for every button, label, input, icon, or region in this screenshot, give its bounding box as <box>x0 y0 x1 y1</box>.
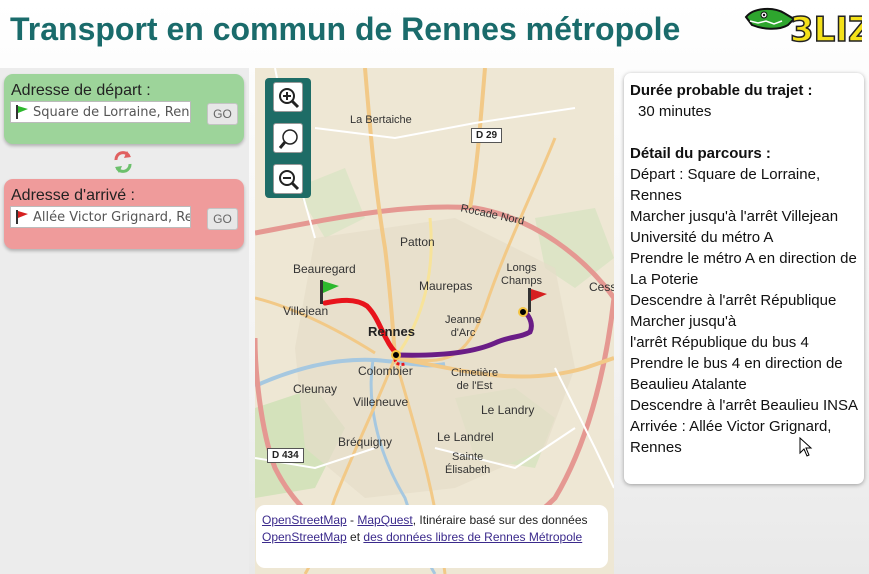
end-go-button[interactable]: GO <box>207 208 238 230</box>
end-address-box: Adresse d'arrivé : GO <box>4 179 244 249</box>
map-view[interactable]: La Bertaiche Patton Beauregard Longs Cha… <box>255 68 614 574</box>
attribution-text-1: , Itinéraire basé sur des données <box>412 513 588 527</box>
route-step: Prendre le bus 4 en direction de Beaulie… <box>630 355 843 393</box>
mapquest-link[interactable]: MapQuest <box>357 513 412 527</box>
attribution-text-2: et <box>346 530 364 544</box>
map-label-cleunay: Cleunay <box>293 382 338 396</box>
start-address-box: Adresse de départ : GO <box>4 74 244 144</box>
end-address-field-wrap[interactable] <box>10 206 191 228</box>
header: Transport en commun de Rennes métropole … <box>0 0 869 64</box>
map-label-villeneuve: Villeneuve <box>353 395 409 409</box>
search-panel: Adresse de départ : GO Adresse d'arrivé … <box>0 68 249 574</box>
red-flag-icon <box>16 210 28 224</box>
start-address-field-wrap[interactable] <box>10 101 191 123</box>
map-label-colombier: Colombier <box>358 364 413 378</box>
map-label-le-landry: Le Landry <box>481 403 535 417</box>
map-label-cesson: Cess <box>589 280 614 294</box>
map-label-sainte-elisabeth: Sainte Élisabeth <box>445 451 491 476</box>
swap-addresses-icon[interactable] <box>113 150 133 174</box>
zoom-in-button[interactable] <box>273 82 303 112</box>
duration-value: 30 minutes <box>638 103 712 120</box>
map-label-longs-champs: Longs Champs <box>501 262 542 287</box>
osm-data-link[interactable]: OpenStreetMap <box>262 530 347 544</box>
mouse-cursor-icon <box>799 437 813 457</box>
3liz-logo[interactable]: 3LIZ <box>744 3 869 51</box>
start-go-button[interactable]: GO <box>207 103 238 125</box>
map-label-brequigny: Bréquigny <box>338 435 393 449</box>
zoom-world-button[interactable] <box>273 123 303 153</box>
route-step: Marcher jusqu'à l'arrêt Villejean Univer… <box>630 208 839 246</box>
zoom-controls <box>265 78 311 198</box>
rennes-open-data-link[interactable]: des données libres de Rennes Métropole <box>363 530 582 544</box>
zoom-out-button[interactable] <box>273 164 303 194</box>
zoom-in-icon <box>279 88 300 109</box>
route-result-panel: Durée probable du trajet : 30 minutes Dé… <box>624 73 864 484</box>
end-address-input[interactable] <box>33 207 190 227</box>
road-shield-d29: D 29 <box>471 128 503 143</box>
map-label-beauregard: Beauregard <box>293 262 356 276</box>
map-label-la-bertaiche: La Bertaiche <box>350 114 412 126</box>
route-details-heading: Détail du parcours : <box>630 145 771 162</box>
end-address-label: Adresse d'arrivé : <box>11 187 135 204</box>
map-label-maurepas: Maurepas <box>419 279 473 293</box>
start-address-label: Adresse de départ : <box>11 82 151 99</box>
route-step: Marcher jusqu'à <box>630 313 737 330</box>
map-label-jeanne-darc: Jeanne d'Arc <box>445 314 482 339</box>
map-label-villejean: Villejean <box>283 304 329 318</box>
magnifier-icon <box>278 129 298 149</box>
map-label-patton: Patton <box>400 235 435 249</box>
osm-link[interactable]: OpenStreetMap <box>262 513 347 527</box>
route-step: Arrivée : Allée Victor Grignard, Rennes <box>630 418 832 456</box>
route-step: Prendre le métro A en direction de La Po… <box>630 250 857 288</box>
route-step: Départ : Square de Lorraine, Rennes <box>630 166 821 204</box>
route-step: Descendre à l'arrêt République <box>630 292 837 309</box>
route-step: Descendre à l'arrêt Beaulieu INSA <box>630 397 858 414</box>
page-title: Transport en commun de Rennes métropole <box>10 11 681 47</box>
zoom-out-icon <box>279 170 300 191</box>
map-label-rennes: Rennes <box>368 324 415 339</box>
duration-heading: Durée probable du trajet : <box>630 82 813 99</box>
map-label-cimetiere: Cimetière de l'Est <box>451 367 499 392</box>
map-label-le-landrel: Le Landrel <box>437 430 494 444</box>
route-step: l'arrêt République du bus 4 <box>630 334 809 351</box>
attribution-separator: - <box>346 513 358 527</box>
map-attribution: OpenStreetMap - MapQuest, Itinéraire bas… <box>256 505 608 568</box>
road-shield-d434: D 434 <box>267 448 304 463</box>
logo-text: 3LIZ <box>790 10 862 47</box>
green-flag-icon <box>16 105 28 119</box>
start-address-input[interactable] <box>33 102 190 122</box>
